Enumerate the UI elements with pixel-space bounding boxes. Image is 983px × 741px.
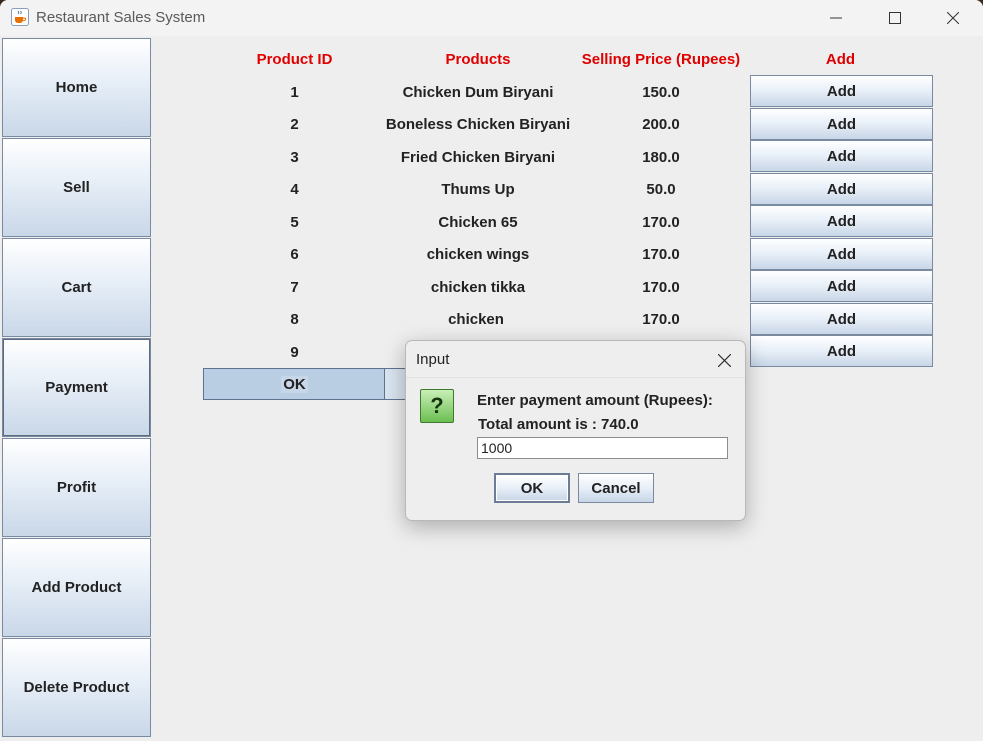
product-price: 150.0 bbox=[642, 84, 680, 101]
add-button[interactable]: Add bbox=[750, 335, 933, 367]
header-selling-price: Selling Price (Rupees) bbox=[581, 51, 741, 68]
product-id: 5 bbox=[290, 214, 299, 231]
add-button[interactable]: Add bbox=[750, 303, 933, 335]
dialog-ok-button[interactable]: OK bbox=[494, 473, 570, 503]
sidebar-item-label: Home bbox=[55, 79, 98, 96]
dialog-cancel-button[interactable]: Cancel bbox=[578, 473, 654, 503]
product-id: 8 bbox=[290, 311, 299, 328]
sidebar-item-delete-product[interactable]: Delete Product bbox=[2, 638, 151, 737]
payment-amount-input[interactable] bbox=[477, 437, 728, 459]
dialog-title: Input bbox=[416, 351, 450, 368]
input-dialog: Input ? Enter payment amount (Rupees): T… bbox=[405, 340, 746, 521]
product-price: 170.0 bbox=[642, 214, 680, 231]
product-price: 170.0 bbox=[642, 311, 680, 328]
product-id: 3 bbox=[290, 149, 299, 166]
product-id: 9 bbox=[290, 344, 299, 361]
product-name: chicken tikka bbox=[430, 279, 526, 296]
maximize-button[interactable] bbox=[872, 0, 918, 36]
product-price: 180.0 bbox=[642, 149, 680, 166]
product-name: Thums Up bbox=[441, 181, 515, 198]
sidebar-item-profit[interactable]: Profit bbox=[2, 438, 151, 537]
add-button[interactable]: Add bbox=[750, 270, 933, 302]
sidebar-item-home[interactable]: Home bbox=[2, 38, 151, 137]
product-id: 4 bbox=[290, 181, 299, 198]
add-button[interactable]: Add bbox=[750, 140, 933, 172]
product-price: 50.0 bbox=[646, 181, 676, 198]
product-name: chicken bbox=[448, 311, 504, 328]
header-products: Products bbox=[445, 51, 511, 68]
sidebar-item-label: Sell bbox=[63, 179, 90, 196]
dialog-close-button[interactable] bbox=[713, 349, 735, 371]
product-id: 1 bbox=[290, 84, 299, 101]
title-bar: Restaurant Sales System bbox=[0, 0, 983, 36]
sidebar-item-label: Delete Product bbox=[23, 679, 130, 696]
sidebar-item-label: Payment bbox=[45, 379, 108, 396]
sidebar: Home Sell Cart Payment Profit Add Produc… bbox=[2, 38, 151, 738]
close-icon bbox=[717, 353, 731, 367]
product-name: Boneless Chicken Biryani bbox=[385, 116, 571, 133]
dialog-message: Enter payment amount (Rupees): bbox=[477, 392, 713, 409]
java-cup-icon bbox=[11, 8, 29, 26]
sidebar-item-add-product[interactable]: Add Product bbox=[2, 538, 151, 637]
product-name: Chicken 65 bbox=[438, 214, 518, 231]
product-price: 170.0 bbox=[642, 246, 680, 263]
product-name: Fried Chicken Biryani bbox=[400, 149, 556, 166]
add-button[interactable]: Add bbox=[750, 205, 933, 237]
window-title: Restaurant Sales System bbox=[36, 9, 206, 26]
sidebar-item-sell[interactable]: Sell bbox=[2, 138, 151, 237]
header-add: Add bbox=[825, 51, 856, 68]
add-button[interactable]: Add bbox=[750, 75, 933, 107]
sidebar-item-label: Add Product bbox=[31, 579, 122, 596]
product-price: 170.0 bbox=[642, 279, 680, 296]
product-name: chicken wings bbox=[426, 246, 530, 263]
app-window: Restaurant Sales System Home Sell Cart P… bbox=[0, 0, 983, 741]
ok-button[interactable]: OK bbox=[203, 368, 386, 400]
product-id: 2 bbox=[290, 116, 299, 133]
sidebar-item-label: Profit bbox=[56, 479, 97, 496]
dialog-total: Total amount is : 740.0 bbox=[478, 416, 639, 433]
dialog-divider bbox=[406, 377, 745, 378]
add-button[interactable]: Add bbox=[750, 108, 933, 140]
sidebar-item-payment[interactable]: Payment bbox=[2, 338, 151, 437]
sidebar-item-cart[interactable]: Cart bbox=[2, 238, 151, 337]
close-icon bbox=[947, 12, 959, 24]
product-id: 6 bbox=[290, 246, 299, 263]
add-button[interactable]: Add bbox=[750, 173, 933, 205]
header-product-id: Product ID bbox=[256, 51, 333, 68]
product-id: 7 bbox=[290, 279, 299, 296]
minimize-icon bbox=[830, 17, 842, 19]
question-icon: ? bbox=[420, 389, 454, 423]
sidebar-item-label: Cart bbox=[61, 279, 92, 296]
maximize-icon bbox=[889, 12, 901, 24]
product-name: Chicken Dum Biryani bbox=[402, 84, 554, 101]
product-price: 200.0 bbox=[642, 116, 680, 133]
close-button[interactable] bbox=[930, 0, 976, 36]
add-button[interactable]: Add bbox=[750, 238, 933, 270]
minimize-button[interactable] bbox=[813, 0, 859, 36]
